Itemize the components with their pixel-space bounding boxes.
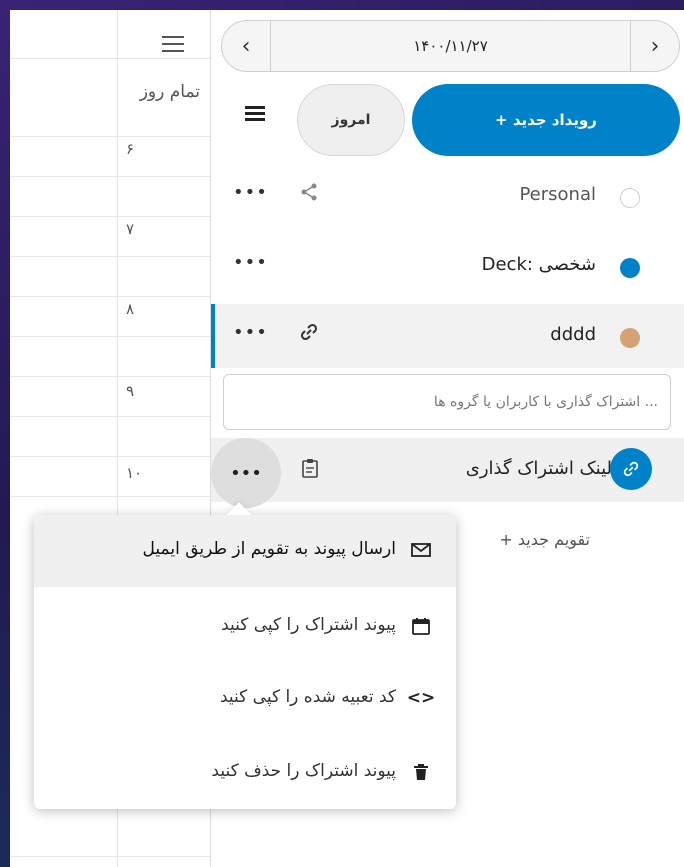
trash-icon — [410, 761, 432, 783]
grid-line — [10, 256, 210, 257]
today-button[interactable]: امروز — [297, 84, 405, 156]
grid-line — [10, 456, 210, 457]
chevron-right-icon[interactable]: › — [630, 21, 679, 71]
active-indicator — [211, 304, 215, 368]
day-number[interactable]: ۱۰ — [126, 464, 142, 482]
more-icon[interactable]: ••• — [233, 252, 268, 273]
grid-line — [10, 136, 210, 137]
share-search-input[interactable]: اشتراک گذاری با کاربران یا گروه ها ... — [223, 374, 671, 430]
menu-item-email-link[interactable]: ارسال پیوند به تقویم از طریق ایمیل — [34, 515, 456, 587]
code-icon: <> — [406, 688, 436, 708]
new-event-button[interactable]: + رویداد جدید — [412, 84, 680, 156]
more-icon[interactable]: ••• — [211, 438, 281, 508]
current-date[interactable]: ۱۴۰۰/۱۱/۲۷ — [270, 21, 631, 71]
allday-label: تمام روز — [139, 82, 200, 102]
menu-item-label: کد تعبیه شده را کپی کنید — [219, 687, 396, 707]
grid-line — [10, 496, 210, 497]
link-icon[interactable] — [299, 322, 323, 346]
grid-line — [10, 416, 210, 417]
date-navigator: ‹ ۱۴۰۰/۱۱/۲۷ › — [221, 20, 680, 72]
day-number[interactable]: ۷ — [126, 220, 134, 238]
grid-line — [10, 336, 210, 337]
menu-item-copy-link[interactable]: پیوند اشتراک را کپی کنید — [34, 591, 456, 663]
calendar-name: Personal — [519, 184, 596, 205]
menu-item-label: پیوند اشتراک را کپی کنید — [221, 615, 396, 635]
menu-item-copy-embed[interactable]: <> کد تعبیه شده را کپی کنید — [34, 663, 456, 735]
calendar-name: dddd — [550, 324, 596, 345]
day-number[interactable]: ۹ — [126, 382, 134, 400]
share-icon[interactable] — [299, 182, 323, 206]
menu-item-label: ارسال پیوند به تقویم از طریق ایمیل — [142, 539, 396, 559]
calendar-item-deck[interactable]: ••• Deck: شخصی — [211, 234, 684, 298]
grid-line — [10, 376, 210, 377]
chevron-left-icon[interactable]: ‹ — [222, 21, 271, 71]
share-link-label: لینک اشتراک گذاری — [465, 458, 612, 479]
calendar-item-personal[interactable]: ••• Personal — [211, 164, 684, 228]
share-actions-menu: ارسال پیوند به تقویم از طریق ایمیل پیوند… — [34, 502, 456, 809]
day-number[interactable]: ۸ — [126, 300, 134, 318]
window-edge-top — [0, 0, 684, 10]
clipboard-icon[interactable] — [301, 458, 319, 483]
hamburger-menu-icon[interactable] — [162, 36, 184, 52]
calendar-icon — [410, 615, 432, 637]
view-toggle-icon[interactable] — [245, 106, 265, 124]
window-edge — [0, 0, 10, 867]
more-icon[interactable]: ••• — [233, 182, 268, 203]
calendar-color-bullet[interactable] — [620, 188, 640, 208]
more-icon[interactable]: ••• — [233, 322, 268, 343]
share-link-row: ••• لینک اشتراک گذاری — [211, 438, 684, 508]
grid-line — [10, 58, 210, 59]
grid-line — [10, 216, 210, 217]
email-icon — [410, 539, 432, 561]
grid-line — [10, 296, 210, 297]
calendar-color-bullet[interactable] — [620, 328, 640, 348]
day-number[interactable]: ۶ — [126, 140, 134, 158]
menu-item-delete-link[interactable]: پیوند اشتراک را حذف کنید — [34, 737, 456, 809]
menu-item-label: پیوند اشتراک را حذف کنید — [211, 761, 396, 781]
link-icon[interactable] — [610, 448, 652, 490]
calendar-color-bullet[interactable] — [620, 258, 640, 278]
grid-line — [10, 856, 210, 857]
grid-line — [10, 176, 210, 177]
calendar-name: Deck: شخصی — [481, 254, 596, 275]
calendar-item-dddd[interactable]: ••• dddd — [211, 304, 684, 368]
new-calendar-button[interactable]: + تقویم جدید — [499, 530, 590, 549]
